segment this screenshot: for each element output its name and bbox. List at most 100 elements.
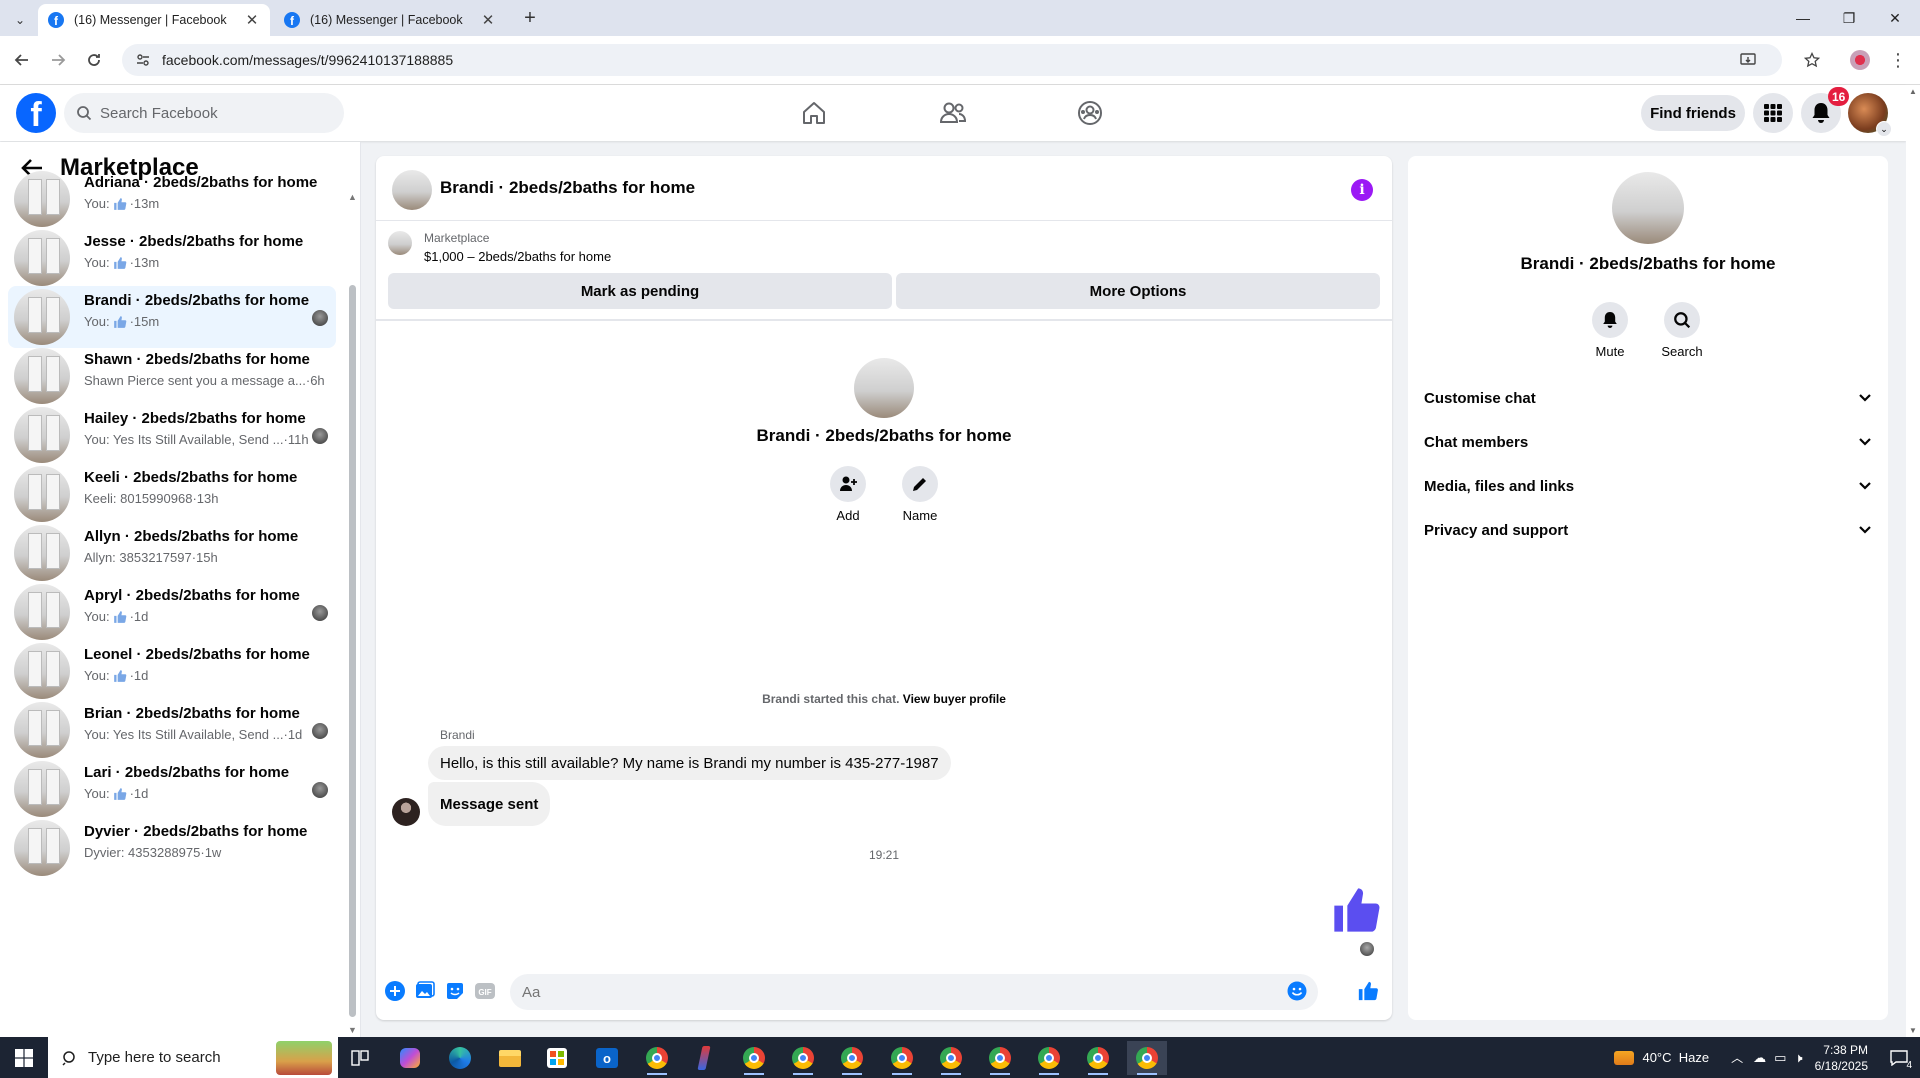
chrome-taskbar-icon[interactable] bbox=[1029, 1041, 1069, 1075]
windows-start-icon[interactable] bbox=[0, 1037, 48, 1078]
notification-center-icon[interactable]: 4 bbox=[1884, 1043, 1914, 1073]
outlook-icon[interactable]: o bbox=[587, 1041, 627, 1075]
weather-icon[interactable] bbox=[1612, 1046, 1636, 1070]
chrome-taskbar-icon-active[interactable] bbox=[1127, 1041, 1167, 1075]
nav-groups[interactable] bbox=[1034, 89, 1146, 137]
tab-list-dropdown-icon[interactable]: ⌄ bbox=[8, 8, 32, 32]
scroll-down-arrow[interactable]: ▼ bbox=[1906, 1026, 1920, 1035]
site-info-icon[interactable] bbox=[128, 53, 158, 67]
chrome-taskbar-icon[interactable] bbox=[637, 1041, 677, 1075]
message-bubble[interactable]: Message sent bbox=[428, 782, 551, 826]
more-options-button[interactable]: More Options bbox=[896, 273, 1380, 309]
facebook-search-input[interactable]: Search Facebook bbox=[64, 93, 344, 133]
conversation-list-scroll-thumb[interactable] bbox=[349, 285, 356, 1017]
send-like-icon[interactable] bbox=[1357, 980, 1379, 1002]
conversation-item[interactable]: Brian · 2beds/2baths for home You: Yes It… bbox=[8, 699, 336, 761]
bookmark-star-icon[interactable] bbox=[1796, 44, 1828, 76]
conversation-item[interactable]: Hailey · 2beds/2baths for home You: Yes I… bbox=[8, 404, 336, 466]
chrome-taskbar-icon[interactable] bbox=[783, 1041, 823, 1075]
browser-tab[interactable]: f (16) Messenger | Facebook ✕ bbox=[274, 4, 506, 36]
facebook-logo[interactable]: f bbox=[16, 93, 56, 133]
clock[interactable]: 7:38 PM 6/18/2025 bbox=[1815, 1042, 1868, 1074]
details-profile-thumbnail[interactable] bbox=[1612, 172, 1684, 244]
maximize-button[interactable]: ❐ bbox=[1826, 4, 1872, 32]
close-window-button[interactable]: ✕ bbox=[1872, 4, 1918, 32]
scroll-up-arrow[interactable]: ▲ bbox=[1906, 87, 1920, 96]
media-files-links-section[interactable]: Media, files and links bbox=[1424, 464, 1872, 508]
find-friends-button[interactable]: Find friends bbox=[1641, 95, 1745, 131]
conversation-item[interactable]: Leonel · 2beds/2baths for home You: · 1d bbox=[8, 640, 336, 702]
volume-icon[interactable]: 🕨 bbox=[1794, 1050, 1802, 1066]
chat-title[interactable]: Brandi · 2beds/2baths for home bbox=[440, 178, 695, 198]
chrome-taskbar-icon[interactable] bbox=[832, 1041, 872, 1075]
copilot-icon[interactable] bbox=[390, 1041, 430, 1075]
weather-text[interactable]: 40°C Haze bbox=[1642, 1050, 1709, 1065]
mute-action[interactable]: Mute bbox=[1580, 302, 1640, 359]
conversation-item[interactable]: Lari · 2beds/2baths for home You: · 1d bbox=[8, 758, 336, 820]
listing-title[interactable]: $1,000 – 2beds/2baths for home bbox=[424, 249, 611, 264]
conversation-item[interactable]: Keeli · 2beds/2baths for home Keeli: 8015… bbox=[8, 463, 336, 525]
page-scrollbar[interactable]: ▲ ▼ bbox=[1906, 85, 1920, 1037]
account-chevron-icon[interactable]: ⌄ bbox=[1876, 121, 1892, 137]
conversation-item[interactable]: Adriana · 2beds/2baths for home You: · 13… bbox=[8, 168, 336, 230]
chat-members-section[interactable]: Chat members bbox=[1424, 420, 1872, 464]
privacy-support-section[interactable]: Privacy and support bbox=[1424, 508, 1872, 552]
conversation-item[interactable]: Apryl · 2beds/2baths for home You: · 1d bbox=[8, 581, 336, 643]
url-bar[interactable]: facebook.com/messages/t/9962410137188885 bbox=[122, 44, 1782, 76]
conversation-item[interactable]: Brandi · 2beds/2baths for home You: · 15m bbox=[8, 286, 336, 348]
more-actions-plus-icon[interactable] bbox=[384, 980, 406, 1002]
edge-icon[interactable] bbox=[440, 1041, 480, 1075]
back-button[interactable] bbox=[6, 44, 38, 76]
chrome-taskbar-icon[interactable] bbox=[882, 1041, 922, 1075]
chat-header-thumbnail[interactable] bbox=[392, 170, 432, 210]
browser-menu-icon[interactable]: ⋮ bbox=[1882, 44, 1914, 76]
scroll-up-arrow[interactable]: ▲ bbox=[348, 192, 357, 202]
new-tab-button[interactable]: + bbox=[518, 6, 542, 30]
task-view-icon[interactable] bbox=[340, 1041, 380, 1075]
reload-button[interactable] bbox=[78, 44, 110, 76]
install-app-icon[interactable] bbox=[1738, 52, 1758, 68]
sticker-icon[interactable] bbox=[444, 980, 466, 1002]
menu-button[interactable] bbox=[1753, 93, 1793, 133]
show-hidden-icons-icon[interactable]: ︿ bbox=[1731, 1049, 1743, 1066]
forward-button[interactable] bbox=[42, 44, 74, 76]
search-in-conversation-action[interactable]: Search bbox=[1652, 302, 1712, 359]
browser-profile-avatar[interactable] bbox=[1844, 44, 1876, 76]
conversation-item[interactable]: Jesse · 2beds/2baths for home You: · 13m bbox=[8, 227, 336, 289]
conversation-item[interactable]: Dyvier · 2beds/2baths for home Dyvier: 43… bbox=[8, 817, 336, 879]
minimize-button[interactable]: — bbox=[1780, 4, 1826, 32]
conversation-item[interactable]: Shawn · 2beds/2baths for home Shawn Pierc… bbox=[8, 345, 336, 407]
onedrive-icon[interactable]: ☁ bbox=[1753, 1050, 1766, 1066]
chrome-taskbar-icon[interactable] bbox=[931, 1041, 971, 1075]
view-buyer-profile-link[interactable]: View buyer profile bbox=[903, 692, 1006, 706]
file-explorer-icon[interactable] bbox=[490, 1041, 530, 1075]
sender-avatar[interactable] bbox=[392, 798, 420, 826]
sent-like-sticker-icon[interactable] bbox=[1330, 884, 1382, 936]
attach-photo-icon[interactable] bbox=[414, 980, 436, 1002]
microsoft-store-icon[interactable] bbox=[537, 1041, 577, 1075]
chrome-taskbar-icon[interactable] bbox=[734, 1041, 774, 1075]
message-input[interactable] bbox=[510, 974, 1318, 1010]
app-icon[interactable] bbox=[684, 1041, 724, 1075]
browser-tab-active[interactable]: f (16) Messenger | Facebook ✕ bbox=[38, 4, 270, 36]
nav-home[interactable] bbox=[758, 89, 870, 137]
tab-close-icon[interactable]: ✕ bbox=[476, 8, 500, 32]
emoji-icon[interactable] bbox=[1286, 980, 1308, 1002]
scroll-down-arrow[interactable]: ▼ bbox=[348, 1025, 357, 1035]
chat-profile-thumbnail[interactable] bbox=[854, 358, 914, 418]
listing-thumbnail[interactable] bbox=[388, 231, 412, 255]
edit-name-action[interactable]: Name bbox=[890, 466, 950, 523]
gif-icon[interactable]: GIF bbox=[474, 980, 496, 1002]
chrome-taskbar-icon[interactable] bbox=[980, 1041, 1020, 1075]
tab-close-icon[interactable]: ✕ bbox=[240, 8, 264, 32]
message-bubble[interactable]: Hello, is this still available? My name … bbox=[428, 746, 951, 780]
mark-as-pending-button[interactable]: Mark as pending bbox=[388, 273, 892, 309]
conversation-item[interactable]: Allyn · 2beds/2baths for home Allyn: 3853… bbox=[8, 522, 336, 584]
add-people-action[interactable]: Add bbox=[818, 466, 878, 523]
chrome-taskbar-icon[interactable] bbox=[1078, 1041, 1118, 1075]
customise-chat-section[interactable]: Customise chat bbox=[1424, 376, 1872, 420]
taskbar-search-box[interactable]: Type here to search bbox=[48, 1037, 338, 1078]
conversation-info-icon[interactable]: i bbox=[1351, 179, 1373, 201]
nav-friends[interactable] bbox=[897, 89, 1009, 137]
network-icon[interactable]: ▭ bbox=[1774, 1050, 1786, 1066]
